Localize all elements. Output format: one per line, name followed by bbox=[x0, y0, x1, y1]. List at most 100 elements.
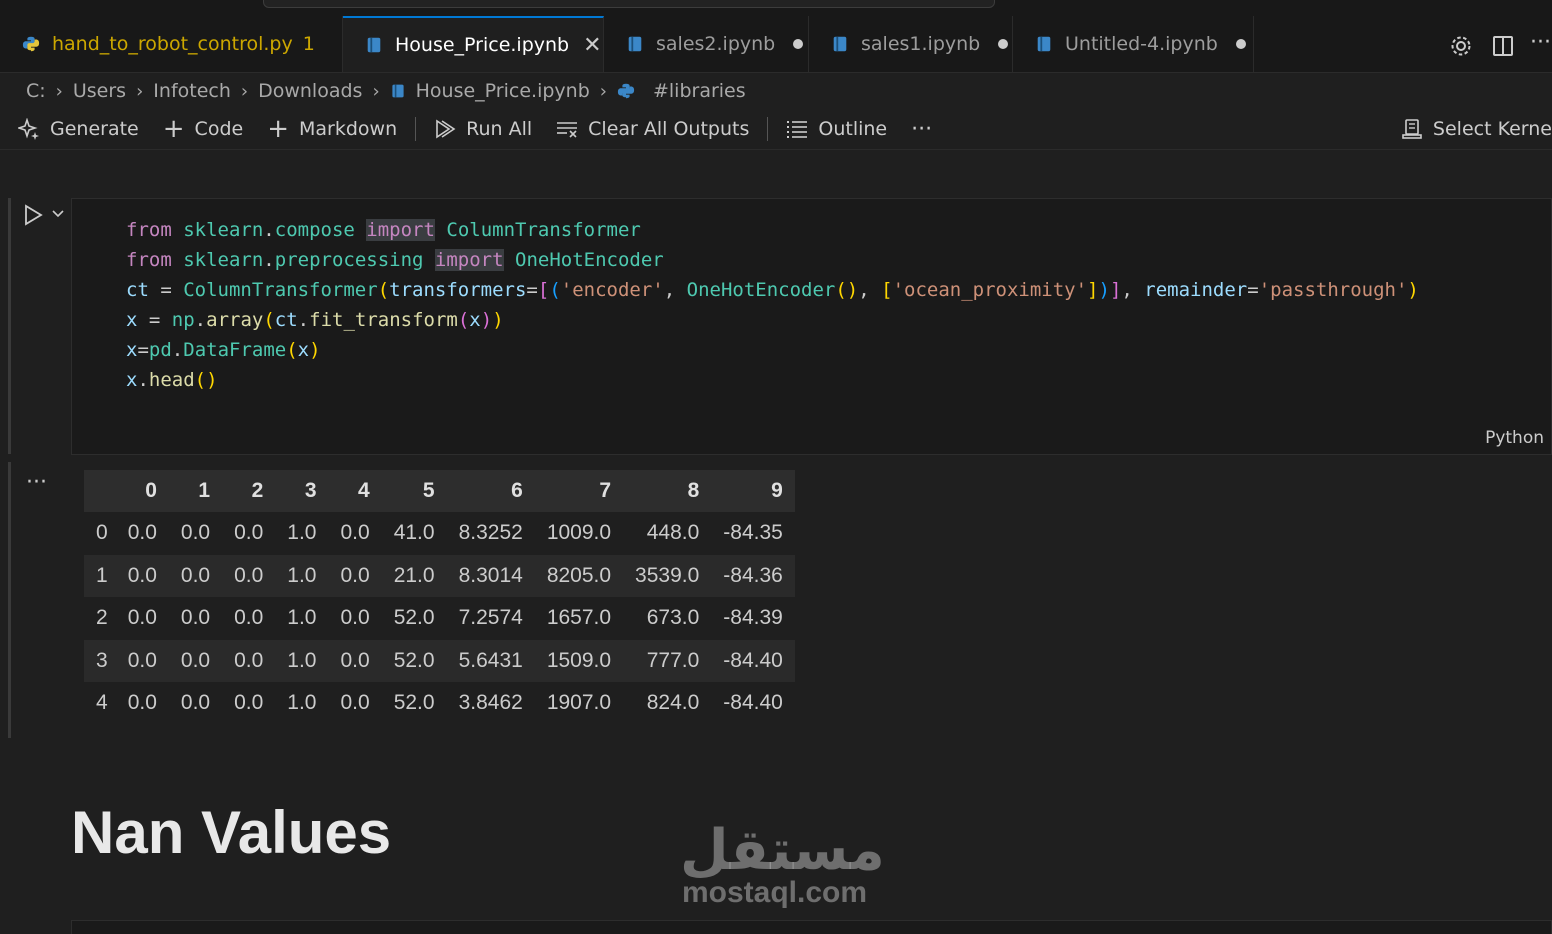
table-cell: 8205.0 bbox=[534, 554, 624, 597]
outline-label: Outline bbox=[818, 118, 888, 140]
add-code-cell-button[interactable]: + Code bbox=[162, 114, 244, 144]
markdown-heading: Nan Values bbox=[71, 799, 392, 866]
tab-sales2[interactable]: sales2.ipynb bbox=[604, 16, 809, 72]
cell-language-label[interactable]: Python bbox=[1485, 428, 1544, 448]
column-header: 4 bbox=[328, 470, 382, 512]
table-cell: 52.0 bbox=[393, 606, 435, 630]
table-cell: 0.0 bbox=[168, 554, 223, 597]
add-markdown-cell-button[interactable]: + Markdown bbox=[267, 114, 397, 144]
run-all-button[interactable]: Run All bbox=[434, 118, 532, 140]
unsaved-dot-icon bbox=[1235, 39, 1246, 49]
table-cell: 3539.0 bbox=[623, 554, 712, 597]
table-cell: 0.0 bbox=[234, 691, 264, 715]
row-index: 2 bbox=[96, 606, 108, 630]
clear-all-outputs-button[interactable]: Clear All Outputs bbox=[556, 118, 749, 140]
table-header-row: 0 1 2 3 4 5 6 7 8 9 bbox=[84, 470, 795, 512]
row-index: 1 bbox=[84, 554, 116, 597]
table-cell: 8.3014 bbox=[446, 554, 535, 597]
table-row: 0 0.0 0.0 0.0 1.0 0.0 41.0 8.3252 1009.0… bbox=[84, 512, 795, 555]
gear-icon[interactable] bbox=[1449, 34, 1473, 58]
cell-focus-indicator bbox=[8, 462, 11, 738]
table-cell: 0.0 bbox=[115, 639, 169, 682]
breadcrumb-item[interactable]: C: bbox=[26, 80, 46, 102]
table-cell: 21.0 bbox=[381, 554, 447, 597]
toolbar-divider bbox=[415, 117, 417, 141]
notebook-icon bbox=[1037, 36, 1051, 52]
table-cell: 1.0 bbox=[287, 691, 317, 715]
table-cell: 1907.0 bbox=[546, 691, 612, 715]
table-cell: 824.0 bbox=[646, 691, 700, 715]
breadcrumb: C: › Users › Infotech › Downloads › Hous… bbox=[0, 73, 1552, 109]
plus-icon: + bbox=[267, 114, 289, 144]
toolbar-divider bbox=[767, 117, 769, 141]
column-header: 5 bbox=[381, 470, 447, 512]
code-line: ct = ColumnTransformer(transformers=[('e… bbox=[126, 279, 1419, 301]
run-cell-icon[interactable] bbox=[22, 204, 44, 226]
breadcrumb-item[interactable]: House_Price.ipynb bbox=[416, 80, 590, 102]
table-cell: 0.0 bbox=[340, 521, 370, 545]
problem-count-badge: 1 bbox=[302, 33, 315, 55]
table-cell: 1657.0 bbox=[546, 606, 612, 630]
table-cell: -84.40 bbox=[711, 639, 795, 682]
breadcrumb-item[interactable]: Downloads bbox=[258, 80, 362, 102]
chevron-right-icon: › bbox=[136, 80, 144, 102]
plus-icon: + bbox=[162, 114, 185, 144]
code-label: Code bbox=[194, 118, 244, 140]
cell-focus-indicator bbox=[8, 198, 11, 454]
select-kernel-label: Select Kerne bbox=[1432, 118, 1552, 140]
select-kernel-button[interactable]: Select Kerne bbox=[1401, 118, 1552, 140]
python-file-icon bbox=[22, 36, 40, 52]
table-cell: 1509.0 bbox=[534, 639, 624, 682]
breadcrumb-item[interactable]: #libraries bbox=[653, 80, 746, 102]
output-more-icon[interactable]: ··· bbox=[26, 470, 47, 495]
chevron-down-icon[interactable] bbox=[51, 208, 65, 220]
table-cell: 0.0 bbox=[180, 521, 211, 545]
more-toolbar-actions-button[interactable]: ··· bbox=[911, 117, 932, 142]
tab-label: House_Price.ipynb bbox=[395, 34, 570, 56]
output-dataframe-table: 0 1 2 3 4 5 6 7 8 9 0 0.0 0.0 0.0 1.0 0.… bbox=[84, 470, 795, 725]
table-cell: 52.0 bbox=[393, 691, 435, 715]
outline-button[interactable]: Outline bbox=[786, 118, 887, 140]
code-cell-editor[interactable]: from sklearn.compose import ColumnTransf… bbox=[71, 198, 1552, 455]
table-row: 4 0.0 0.0 0.0 1.0 0.0 52.0 3.8462 1907.0… bbox=[84, 682, 795, 725]
python-icon bbox=[617, 83, 635, 99]
column-header: 9 bbox=[711, 470, 795, 512]
tab-hand-to-robot-control[interactable]: hand_to_robot_control.py 1 bbox=[0, 16, 343, 72]
table-cell: 1.0 bbox=[287, 521, 317, 545]
code-line: from sklearn.compose import ColumnTransf… bbox=[126, 219, 641, 241]
table-cell: 1.0 bbox=[275, 554, 329, 597]
row-index: 4 bbox=[96, 691, 108, 715]
chevron-right-icon: › bbox=[55, 80, 63, 102]
close-icon[interactable]: ✕ bbox=[583, 33, 601, 58]
breadcrumb-item[interactable]: Infotech bbox=[153, 80, 231, 102]
table-cell: 7.2574 bbox=[458, 606, 523, 630]
column-header: 0 bbox=[115, 470, 169, 512]
column-header: 7 bbox=[534, 470, 624, 512]
breadcrumb-item[interactable]: Users bbox=[73, 80, 126, 102]
split-editor-icon[interactable] bbox=[1491, 34, 1515, 58]
table-cell: 673.0 bbox=[646, 606, 700, 630]
watermark-arabic: مستقل bbox=[680, 818, 885, 883]
table-row: 3 0.0 0.0 0.0 1.0 0.0 52.0 5.6431 1509.0… bbox=[84, 639, 795, 682]
more-actions-icon[interactable]: ··· bbox=[1530, 30, 1551, 55]
more-icon: ··· bbox=[911, 116, 933, 142]
table-cell: 52.0 bbox=[381, 639, 447, 682]
chevron-right-icon: › bbox=[599, 80, 607, 102]
row-index: 3 bbox=[84, 639, 116, 682]
code-line: from sklearn.preprocessing import OneHot… bbox=[126, 249, 664, 271]
table-cell: -84.35 bbox=[723, 521, 783, 545]
table-cell: 0.0 bbox=[222, 554, 276, 597]
table-cell: 8.3252 bbox=[458, 521, 523, 545]
table-cell: 0.0 bbox=[180, 606, 211, 630]
table-cell: 3.8462 bbox=[458, 691, 523, 715]
sparkle-icon bbox=[18, 118, 39, 140]
command-center[interactable] bbox=[263, 0, 995, 8]
table-cell: 5.6431 bbox=[446, 639, 535, 682]
clear-all-outputs-label: Clear All Outputs bbox=[588, 118, 750, 140]
tab-house-price[interactable]: House_Price.ipynb ✕ bbox=[343, 16, 604, 72]
table-cell: 448.0 bbox=[646, 521, 700, 545]
generate-button[interactable]: Generate bbox=[18, 118, 139, 140]
tab-untitled-4[interactable]: Untitled-4.ipynb bbox=[1013, 16, 1254, 72]
tab-sales1[interactable]: sales1.ipynb bbox=[809, 16, 1013, 72]
table-cell: -84.36 bbox=[711, 554, 795, 597]
